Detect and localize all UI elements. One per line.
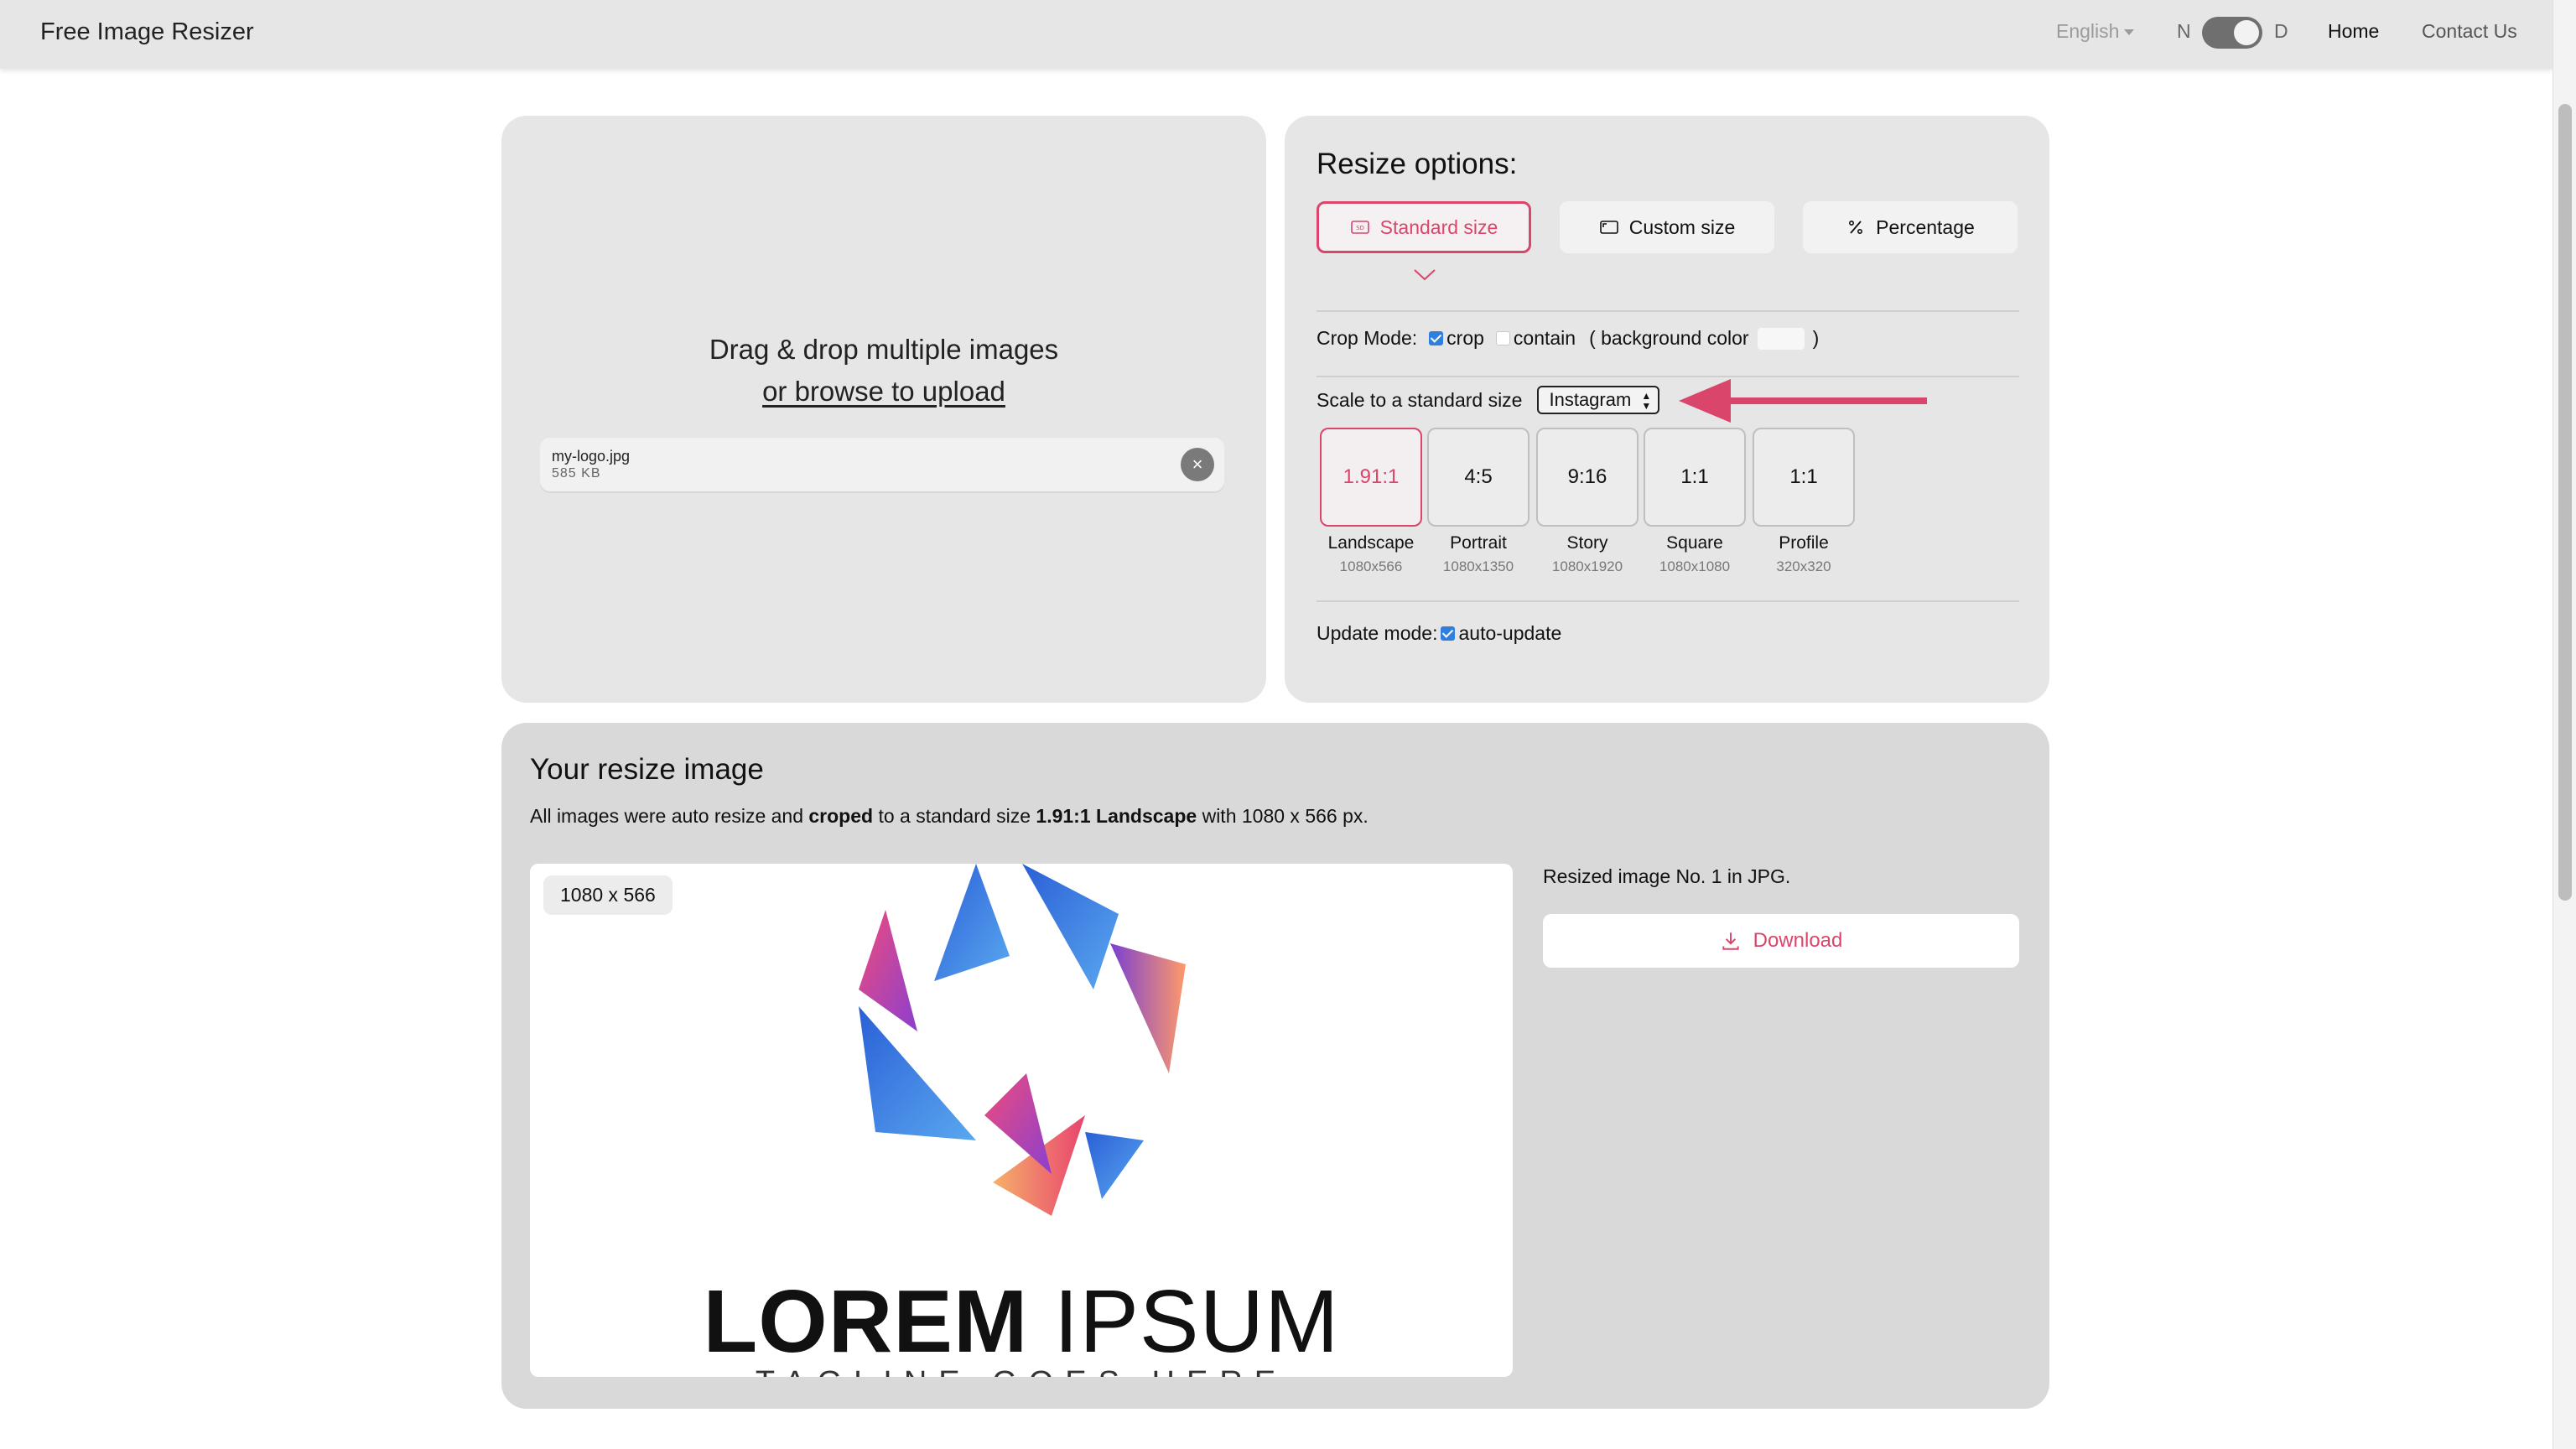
percentage-button[interactable]: Percentage xyxy=(1803,201,2018,253)
select-value: Instagram xyxy=(1549,389,1632,410)
ratio-profile[interactable]: 1:1 Profile 320x320 xyxy=(1753,428,1855,575)
download-label: Download xyxy=(1753,929,1843,952)
page-scrollbar[interactable] xyxy=(2553,0,2576,1449)
standard-size-select[interactable]: Instagram ▲ ▼ xyxy=(1537,386,1660,414)
dropzone-title: Drag & drop multiple images xyxy=(709,334,1059,365)
scale-row: Scale to a standard size Instagram ▲ ▼ xyxy=(1317,386,1660,414)
crop-mode-label: Crop Mode: xyxy=(1317,327,1418,349)
ratio-dims: 1080x1350 xyxy=(1442,558,1514,574)
ratio-box[interactable]: 1:1 xyxy=(1644,428,1746,527)
crop-mode-row: Crop Mode: crop contain ( background col… xyxy=(1317,327,1819,350)
update-mode-label: Update mode: xyxy=(1317,622,1438,644)
contain-option-label: contain xyxy=(1513,327,1576,349)
background-color-label: ( background color xyxy=(1589,327,1749,349)
divider xyxy=(1317,600,2019,602)
logo-tagline: TAGLINE GOES HERE xyxy=(530,1365,1513,1377)
download-button[interactable]: Download xyxy=(1543,914,2019,968)
standard-size-label: Standard size xyxy=(1379,216,1498,238)
aspect-ratio-icon xyxy=(1599,221,1618,234)
scale-label: Scale to a standard size xyxy=(1317,388,1523,411)
ratio-landscape[interactable]: 1.91:1 Landscape 1080x566 xyxy=(1320,428,1422,575)
ratio-box[interactable]: 1.91:1 xyxy=(1320,428,1422,527)
resized-image-preview: LOREM IPSUM TAGLINE GOES HERE 1080 x 566 xyxy=(530,864,1513,1377)
browse-link-wrapper: or browse to upload xyxy=(501,376,1266,408)
dimension-badge: 1080 x 566 xyxy=(543,875,673,915)
ratio-story[interactable]: 9:16 Story 1080x1920 xyxy=(1536,428,1639,575)
ratio-name: Landscape xyxy=(1327,533,1415,553)
nav-home-link[interactable]: Home xyxy=(2328,20,2379,43)
scrollbar-thumb[interactable] xyxy=(2558,104,2572,901)
ratio-name: Story xyxy=(1566,533,1608,553)
ratio-name: Profile xyxy=(1779,533,1829,553)
mode-label-n: N xyxy=(2177,20,2191,42)
crop-option-label: crop xyxy=(1446,327,1484,349)
browse-upload-link[interactable]: or browse to upload xyxy=(762,376,1005,407)
remove-file-button[interactable]: × xyxy=(1181,448,1214,481)
nav-contact-link[interactable]: Contact Us xyxy=(2422,20,2517,43)
ratio-name: Portrait xyxy=(1450,533,1507,553)
result-description: All images were auto resize and croped t… xyxy=(530,805,1368,827)
custom-size-button[interactable]: Custom size xyxy=(1560,201,1774,253)
svg-text:SD: SD xyxy=(1356,225,1364,231)
ratio-dims: 1080x1920 xyxy=(1551,558,1623,574)
ratio-dims: 1080x1080 xyxy=(1659,558,1731,574)
ratio-square[interactable]: 1:1 Square 1080x1080 xyxy=(1644,428,1746,575)
language-label: English xyxy=(2056,20,2120,42)
select-arrows-icon: ▲ ▼ xyxy=(1641,390,1652,412)
brand-title[interactable]: Free Image Resizer xyxy=(40,18,254,46)
language-dropdown[interactable]: English xyxy=(2056,20,2135,43)
background-color-picker[interactable] xyxy=(1757,327,1805,350)
top-navbar: Free Image Resizer English N D Home Cont… xyxy=(0,0,2553,69)
ratio-box[interactable]: 1:1 xyxy=(1753,428,1855,527)
ratio-name: Square xyxy=(1666,533,1723,553)
update-mode-row: Update mode: auto-update xyxy=(1317,622,1561,645)
percent-icon xyxy=(1849,221,1863,235)
percentage-label: Percentage xyxy=(1876,216,1975,238)
theme-toggle[interactable] xyxy=(2202,17,2262,49)
result-panel: Your resize image All images were auto r… xyxy=(501,723,2049,1409)
contain-checkbox[interactable] xyxy=(1495,331,1510,345)
ratio-dims: 1080x566 xyxy=(1339,558,1403,574)
logo-wordmark: LOREM IPSUM xyxy=(703,1272,1340,1371)
crop-checkbox[interactable] xyxy=(1429,331,1444,345)
chevron-down-icon xyxy=(1414,269,1436,281)
ratio-box[interactable]: 9:16 xyxy=(1536,428,1639,527)
file-size: 585 KB xyxy=(552,466,601,480)
options-title: Resize options: xyxy=(1317,148,1518,180)
pointer-arrow-icon xyxy=(1679,379,1927,423)
ratio-box[interactable]: 4:5 xyxy=(1427,428,1530,527)
resized-image-label: Resized image No. 1 in JPG. xyxy=(1543,865,1791,887)
auto-update-label: auto-update xyxy=(1458,622,1562,644)
file-name: my-logo.jpg xyxy=(552,448,631,465)
ratio-dims: 320x320 xyxy=(1776,558,1831,574)
ratio-portrait[interactable]: 4:5 Portrait 1080x1350 xyxy=(1427,428,1530,575)
download-icon xyxy=(1722,932,1739,950)
upload-dropzone[interactable]: Drag & drop multiple images or browse to… xyxy=(501,116,1266,703)
background-color-close: ) xyxy=(1812,327,1820,349)
auto-update-checkbox[interactable] xyxy=(1441,626,1456,641)
caret-down-icon xyxy=(2124,29,2135,36)
resize-options-panel: Resize options: SD Standard size Custom … xyxy=(1285,116,2049,703)
logo-image xyxy=(859,864,1186,1216)
divider xyxy=(1317,310,2019,312)
mode-label-d: D xyxy=(2274,20,2288,42)
result-title: Your resize image xyxy=(530,753,764,786)
uploaded-file-item: my-logo.jpg 585 KB × xyxy=(540,438,1224,491)
toggle-knob xyxy=(2234,20,2259,45)
standard-size-button[interactable]: SD Standard size xyxy=(1317,201,1531,253)
sd-card-icon: SD xyxy=(1350,221,1369,234)
custom-size-label: Custom size xyxy=(1628,216,1736,238)
